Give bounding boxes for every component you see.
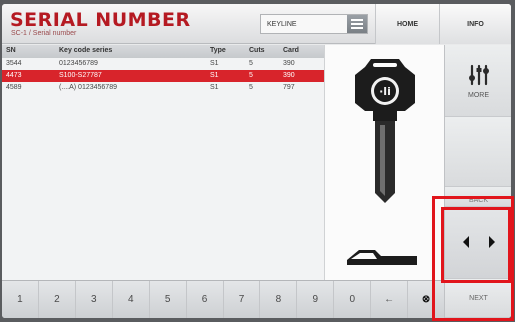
key-6[interactable]: 6: [187, 281, 224, 318]
table-row[interactable]: 4589 (....A) 0123456789 S1 5 797: [2, 82, 324, 94]
cell-sn: 4589: [6, 84, 22, 91]
column-header-series: Key code series: [59, 47, 113, 54]
cell-sn: 4473: [6, 72, 22, 79]
svg-text:·li: ·li: [379, 85, 391, 98]
side-panel: MORE BACK NEXT: [444, 45, 511, 318]
arrow-left-icon[interactable]: [461, 235, 471, 251]
serial-table: SN Key code series Type Cuts Card 3544 0…: [2, 45, 324, 280]
more-button[interactable]: MORE: [445, 45, 511, 117]
keyline-field[interactable]: KEYLINE: [260, 14, 368, 34]
numeric-keypad: 1 2 3 4 5 6 7 8 9 0 ← ⊗: [2, 280, 444, 318]
arrow-right-icon[interactable]: [487, 235, 497, 251]
key-2[interactable]: 2: [39, 281, 76, 318]
screen: SERIAL NUMBER SC-1 / Serial number KEYLI…: [2, 4, 511, 318]
column-header-type: Type: [210, 47, 226, 54]
key-5[interactable]: 5: [150, 281, 187, 318]
key-profile-icon: [347, 250, 417, 265]
empty-side-button[interactable]: [445, 117, 511, 187]
key-9[interactable]: 9: [297, 281, 335, 318]
cell-card: 390: [283, 72, 295, 79]
cell-cuts: 5: [249, 72, 253, 79]
cell-type: S1: [210, 72, 219, 79]
key-3[interactable]: 3: [76, 281, 113, 318]
key-image-panel: ·li: [324, 45, 444, 280]
next-button[interactable]: NEXT: [445, 279, 511, 318]
column-header-sn: SN: [6, 47, 16, 54]
key-0[interactable]: 0: [334, 281, 372, 318]
tools-icon: [468, 64, 489, 86]
keyline-value: KEYLINE: [267, 20, 297, 28]
key-7[interactable]: 7: [224, 281, 261, 318]
cell-series: 0123456789: [59, 60, 98, 67]
navigation-buttons: [445, 207, 511, 279]
cell-card: 390: [283, 60, 295, 67]
cell-cuts: 5: [249, 84, 253, 91]
cell-series: (....A) 0123456789: [59, 84, 117, 91]
info-button[interactable]: INFO: [439, 4, 511, 44]
home-button[interactable]: HOME: [375, 4, 439, 44]
menu-icon[interactable]: [347, 15, 367, 33]
more-label: MORE: [468, 92, 489, 99]
cell-type: S1: [210, 84, 219, 91]
page-title: SERIAL NUMBER: [10, 9, 191, 31]
column-header-card: Card: [283, 47, 299, 54]
clear-icon[interactable]: ⊗: [408, 281, 444, 318]
table-row-selected[interactable]: 4473 S100-S27787 S1 5 390: [2, 70, 324, 82]
header: SERIAL NUMBER SC-1 / Serial number KEYLI…: [2, 4, 511, 44]
cell-sn: 3544: [6, 60, 22, 67]
cell-series: S100-S27787: [59, 72, 102, 79]
table-header: SN Key code series Type Cuts Card: [2, 45, 324, 58]
key-8[interactable]: 8: [260, 281, 298, 318]
cell-cuts: 5: [249, 60, 253, 67]
backspace-icon[interactable]: ←: [371, 281, 409, 318]
page-subtitle: SC-1 / Serial number: [11, 30, 77, 37]
back-button[interactable]: BACK: [445, 187, 511, 207]
table-row[interactable]: 3544 0123456789 S1 5 390: [2, 58, 324, 70]
key-1[interactable]: 1: [2, 281, 39, 318]
cell-type: S1: [210, 60, 219, 67]
key-4[interactable]: 4: [113, 281, 150, 318]
column-header-cuts: Cuts: [249, 47, 265, 54]
cell-card: 797: [283, 84, 295, 91]
key-icon: ·li: [347, 59, 417, 265]
